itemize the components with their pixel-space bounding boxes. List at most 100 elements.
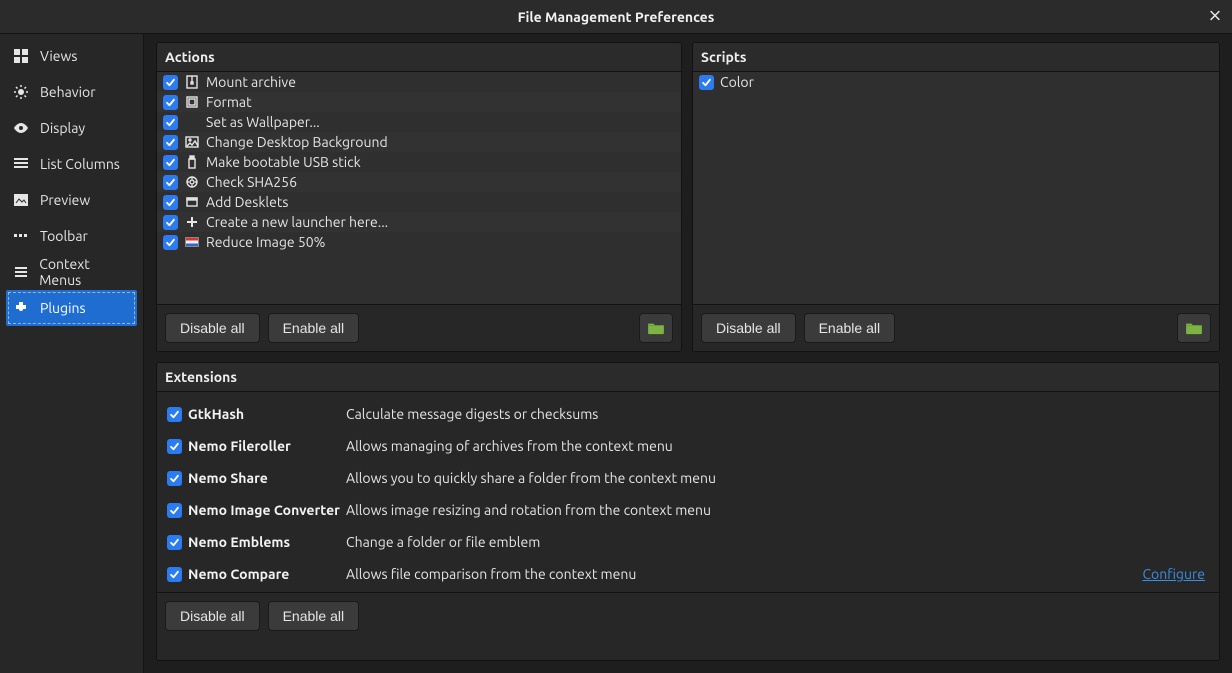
action-row[interactable]: Mount archive [157,72,681,92]
check-icon [701,77,712,88]
extension-description: Allows managing of archives from the con… [346,438,1209,454]
action-row[interactable]: Change Desktop Background [157,132,681,152]
actions-panel: Actions Mount archiveFormatSet as Wallpa… [156,42,682,352]
extension-row: Nemo EmblemsChange a folder or file embl… [157,526,1219,558]
toolbar-icon [12,228,30,244]
extension-row: Nemo FilerollerAllows managing of archiv… [157,430,1219,462]
action-row[interactable]: Add Desklets [157,192,681,212]
check-icon [169,441,180,452]
menu-icon [12,264,29,280]
check-icon [165,197,176,208]
action-label: Reduce Image 50% [206,234,325,250]
scripts-enable-all-button[interactable]: Enable all [804,313,896,343]
hash-icon [184,174,200,190]
checkbox[interactable] [163,75,178,90]
check-icon [165,77,176,88]
usb-icon [184,154,200,170]
script-label: Color [720,74,754,90]
sidebar-item-plugins[interactable]: Plugins [6,290,137,326]
sidebar-item-list-columns[interactable]: List Columns [0,146,143,182]
plugin-icon [12,300,30,316]
action-row[interactable]: Create a new launcher here... [157,212,681,232]
extension-row: Nemo Compare Allows file comparison from … [157,558,1219,590]
scripts-footer: Disable all Enable all [693,304,1219,351]
checkbox[interactable] [167,407,182,422]
extensions-panel: Extensions GtkHashCalculate message dige… [156,362,1220,661]
check-icon [165,137,176,148]
checkbox[interactable] [167,471,182,486]
check-icon [165,177,176,188]
sidebar-item-label: Display [40,120,85,136]
action-row[interactable]: Make bootable USB stick [157,152,681,172]
action-label: Format [206,94,252,110]
checkbox[interactable] [163,195,178,210]
action-label: Set as Wallpaper... [206,114,320,130]
check-icon [165,97,176,108]
action-label: Change Desktop Background [206,134,388,150]
sidebar-item-label: Context Menus [39,256,131,288]
sidebar-item-views[interactable]: Views [0,38,143,74]
action-row[interactable]: Format [157,92,681,112]
sidebar-item-display[interactable]: Display [0,110,143,146]
checkbox[interactable] [167,439,182,454]
extensions-footer: Disable all Enable all [157,592,1219,639]
actions-enable-all-button[interactable]: Enable all [268,313,360,343]
script-row[interactable]: Color [693,72,1219,92]
extension-description: Allows you to quickly share a folder fro… [346,470,1209,486]
extension-description: Change a folder or file emblem [346,534,1209,550]
checkbox[interactable] [163,215,178,230]
action-row[interactable]: Set as Wallpaper... [157,112,681,132]
checkbox[interactable] [699,75,714,90]
action-row[interactable]: Reduce Image 50% [157,232,681,252]
check-icon [165,237,176,248]
checkbox[interactable] [163,235,178,250]
checkbox[interactable] [167,567,182,582]
actions-footer: Disable all Enable all [157,304,681,351]
action-row[interactable]: Check SHA256 [157,172,681,192]
eye-icon [12,120,30,136]
plus-icon [184,214,200,230]
extensions-enable-all-button[interactable]: Enable all [268,601,360,631]
check-icon [169,409,180,420]
checkbox[interactable] [167,503,182,518]
desklet-icon [184,194,200,210]
folder-icon [647,321,665,335]
extension-description: Allows file comparison from the context … [346,566,1136,582]
close-icon [1208,8,1222,22]
extension-row: GtkHashCalculate message digests or chec… [157,398,1219,430]
checkbox[interactable] [163,135,178,150]
checkbox[interactable] [163,175,178,190]
check-icon [169,537,180,548]
image-icon [12,192,30,208]
sidebar: Views Behavior Display List ColumnsPreviewT… [0,34,144,673]
scripts-open-folder-button[interactable] [1177,313,1211,343]
extension-row: Nemo ShareAllows you to quickly share a … [157,462,1219,494]
window-title: File Management Preferences [518,9,715,25]
check-icon [169,473,180,484]
extension-description: Calculate message digests or checksums [346,406,1209,422]
checkbox[interactable] [167,535,182,550]
sidebar-item-label: Views [40,48,77,64]
scripts-list: Color [693,72,1219,304]
content-area: Actions Mount archiveFormatSet as Wallpa… [144,34,1232,673]
sidebar-item-behavior[interactable]: Behavior [0,74,143,110]
sidebar-item-context-menus[interactable]: Context Menus [0,254,143,290]
checkbox[interactable] [163,95,178,110]
actions-disable-all-button[interactable]: Disable all [165,313,260,343]
checkbox[interactable] [163,155,178,170]
scripts-disable-all-button[interactable]: Disable all [701,313,796,343]
close-button[interactable] [1208,8,1222,25]
check-icon [165,117,176,128]
extensions-disable-all-button[interactable]: Disable all [165,601,260,631]
extension-row: Nemo Image ConverterAllows image resizin… [157,494,1219,526]
sidebar-item-label: Behavior [40,84,96,100]
scripts-panel: Scripts Color Disable all Enable all [692,42,1220,352]
check-icon [165,217,176,228]
actions-open-folder-button[interactable] [639,313,673,343]
sidebar-item-preview[interactable]: Preview [0,182,143,218]
sidebar-item-toolbar[interactable]: Toolbar [0,218,143,254]
extensions-list: GtkHashCalculate message digests or chec… [157,392,1219,592]
extension-name: Nemo Compare [188,566,340,582]
checkbox[interactable] [163,115,178,130]
configure-link[interactable]: Configure [1142,566,1205,582]
